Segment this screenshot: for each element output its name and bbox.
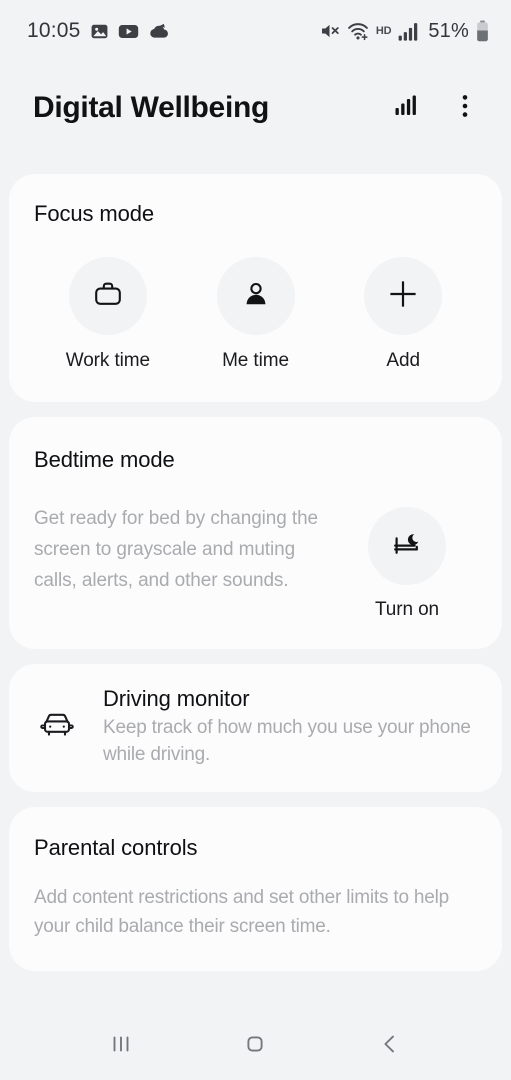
car-icon	[36, 704, 78, 751]
parental-controls-title: Parental controls	[34, 835, 198, 860]
app-bar-actions	[385, 86, 487, 130]
more-options-button[interactable]	[443, 86, 487, 130]
status-bar-left: 10:05	[27, 19, 169, 43]
focus-mode-options: Work time Me time Add	[34, 257, 477, 372]
focus-mode-item-label: Add	[386, 350, 420, 371]
bedtime-icon-circle	[368, 507, 446, 585]
work-time-icon-circle	[68, 257, 147, 335]
driving-monitor-title: Driving monitor	[103, 686, 250, 711]
bedtime-turn-on-label: Turn on	[374, 599, 440, 620]
screen-time-chart-button[interactable]	[385, 86, 429, 130]
bedtime-mode-body: Get ready for bed by changing the screen…	[34, 503, 477, 621]
plus-icon	[386, 277, 420, 316]
screen-time-chart-icon	[394, 93, 420, 124]
focus-mode-item-add[interactable]: Add	[329, 257, 477, 372]
cloud-upload-icon	[148, 23, 169, 40]
back-icon	[377, 1031, 403, 1062]
status-bar-right: HD 51%	[319, 20, 489, 43]
driving-monitor-text: Driving monitor Keep track of how much y…	[103, 686, 477, 768]
briefcase-icon	[92, 278, 124, 315]
status-bar: 10:05 HD 51%	[0, 0, 511, 62]
battery-icon	[476, 20, 489, 42]
battery-percent-label: 51%	[428, 19, 469, 42]
recents-icon	[108, 1031, 134, 1062]
parental-controls-card[interactable]: Parental controls Add content restrictio…	[9, 807, 502, 971]
recents-button[interactable]	[86, 1022, 156, 1072]
app-bar: Digital Wellbeing	[0, 62, 511, 154]
home-button[interactable]	[220, 1022, 290, 1072]
bedtime-mode-description: Get ready for bed by changing the screen…	[34, 508, 319, 591]
signal-bars-icon	[398, 22, 419, 41]
youtube-icon	[118, 22, 139, 41]
focus-mode-item-me-time[interactable]: Me time	[182, 257, 330, 372]
parental-controls-description: Add content restrictions and set other l…	[34, 887, 450, 937]
bed-moon-icon	[390, 527, 424, 566]
mute-icon	[319, 21, 340, 41]
bedtime-turn-on-button[interactable]: Turn on	[352, 503, 462, 621]
page-title: Digital Wellbeing	[33, 91, 270, 124]
bedtime-mode-card[interactable]: Bedtime mode Get ready for bed by changi…	[9, 417, 502, 649]
focus-mode-card: Focus mode Work time Me time Add	[9, 174, 502, 402]
settings-list: Focus mode Work time Me time Add Bedtime…	[0, 154, 511, 1013]
focus-mode-item-label: Work time	[65, 350, 150, 371]
home-icon	[242, 1031, 268, 1062]
back-button[interactable]	[355, 1022, 425, 1072]
driving-monitor-card[interactable]: Driving monitor Keep track of how much y…	[9, 664, 502, 792]
driving-monitor-description: Keep track of how much you use your phon…	[103, 717, 471, 765]
phone-screen: 10:05 HD 51% Digital Wellbeing Focus mod…	[0, 0, 511, 1080]
focus-mode-item-label: Me time	[222, 350, 289, 371]
wifi-calling-icon	[347, 21, 369, 41]
network-type-label: HD	[375, 24, 392, 37]
bedtime-mode-title: Bedtime mode	[34, 447, 175, 472]
more-options-icon	[454, 93, 476, 124]
person-icon	[240, 278, 272, 315]
add-icon-circle	[364, 257, 443, 335]
gallery-icon	[90, 22, 109, 41]
focus-mode-title: Focus mode	[34, 201, 155, 226]
focus-mode-item-work-time[interactable]: Work time	[34, 257, 182, 372]
me-time-icon-circle	[216, 257, 295, 335]
driving-monitor-icon-wrap	[34, 704, 80, 751]
navigation-bar	[0, 1013, 511, 1080]
status-clock: 10:05	[27, 19, 81, 42]
